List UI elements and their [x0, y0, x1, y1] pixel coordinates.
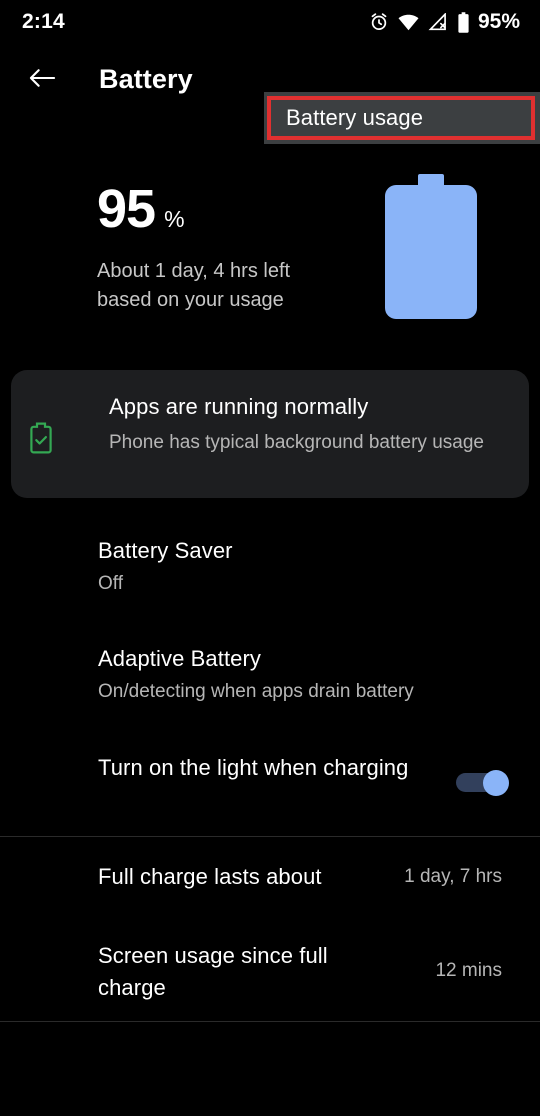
status-bar-battery-percent: 95% [477, 10, 520, 33]
pref-row-adaptive-battery-title: Adaptive Battery [98, 646, 262, 671]
back-button[interactable] [20, 58, 64, 102]
app-bar: Battery Battery usage [0, 44, 540, 144]
footer-note: Battery usage data is approximate and ca… [0, 1021, 540, 1116]
status-bar-clock: 2:14 [22, 10, 65, 33]
battery-icon [457, 11, 470, 33]
battery-settings-screen: 2:14 95% Battery Battery usage 95 % Abou… [0, 0, 540, 1116]
status-bar-icons: 95% [369, 10, 520, 34]
pref-row-charging-light-title: Turn on the light when charging [98, 755, 409, 780]
battery-graphic-icon [385, 174, 477, 324]
battery-status-card[interactable]: Apps are running normally Phone has typi… [11, 370, 529, 498]
battery-summary: 95 % About 1 day, 4 hrs left based on yo… [0, 160, 540, 330]
pref-row-adaptive-battery-subtitle: On/detecting when apps drain battery [98, 681, 414, 702]
back-arrow-icon [29, 66, 56, 95]
toggle-thumb [483, 770, 509, 796]
battery-estimate: About 1 day, 4 hrs left based on your us… [97, 257, 290, 315]
page-title: Battery [99, 64, 193, 94]
charging-light-toggle[interactable] [456, 770, 509, 796]
percent-symbol: % [164, 206, 185, 232]
alarm-icon [369, 12, 389, 32]
battery-level-number: 95 [97, 179, 156, 239]
cellular-no-signal-icon [428, 13, 448, 31]
stat-row-full-charge-label: Full charge lasts about [98, 864, 322, 889]
stat-row-screen-usage-value: 12 mins [435, 960, 502, 981]
status-bar: 2:14 95% [0, 0, 540, 44]
stat-row-screen-usage[interactable]: Screen usage since full charge 12 mins [0, 940, 540, 1018]
pref-row-battery-saver-title: Battery Saver [98, 538, 233, 563]
stat-row-full-charge-value: 1 day, 7 hrs [404, 866, 502, 887]
pref-row-battery-saver[interactable]: Battery Saver Off [0, 536, 540, 614]
battery-estimate-line-2: based on your usage [97, 289, 284, 311]
divider-top [0, 836, 540, 837]
pref-row-battery-saver-subtitle: Off [98, 573, 123, 594]
battery-usage-button-label: Battery usage [286, 105, 424, 130]
battery-usage-button[interactable]: Battery usage [264, 92, 540, 144]
wifi-icon [398, 14, 419, 31]
battery-check-icon [28, 422, 54, 459]
battery-status-card-subtitle: Phone has typical background battery usa… [109, 432, 484, 453]
stat-row-full-charge[interactable]: Full charge lasts about 1 day, 7 hrs [0, 862, 540, 920]
battery-estimate-line-1: About 1 day, 4 hrs left [97, 260, 291, 282]
stat-row-screen-usage-label: Screen usage since full charge [98, 943, 328, 1000]
battery-status-card-title: Apps are running normally [109, 394, 369, 419]
pref-row-adaptive-battery[interactable]: Adaptive Battery On/detecting when apps … [0, 644, 540, 722]
battery-level-display: 95 % [97, 182, 185, 236]
